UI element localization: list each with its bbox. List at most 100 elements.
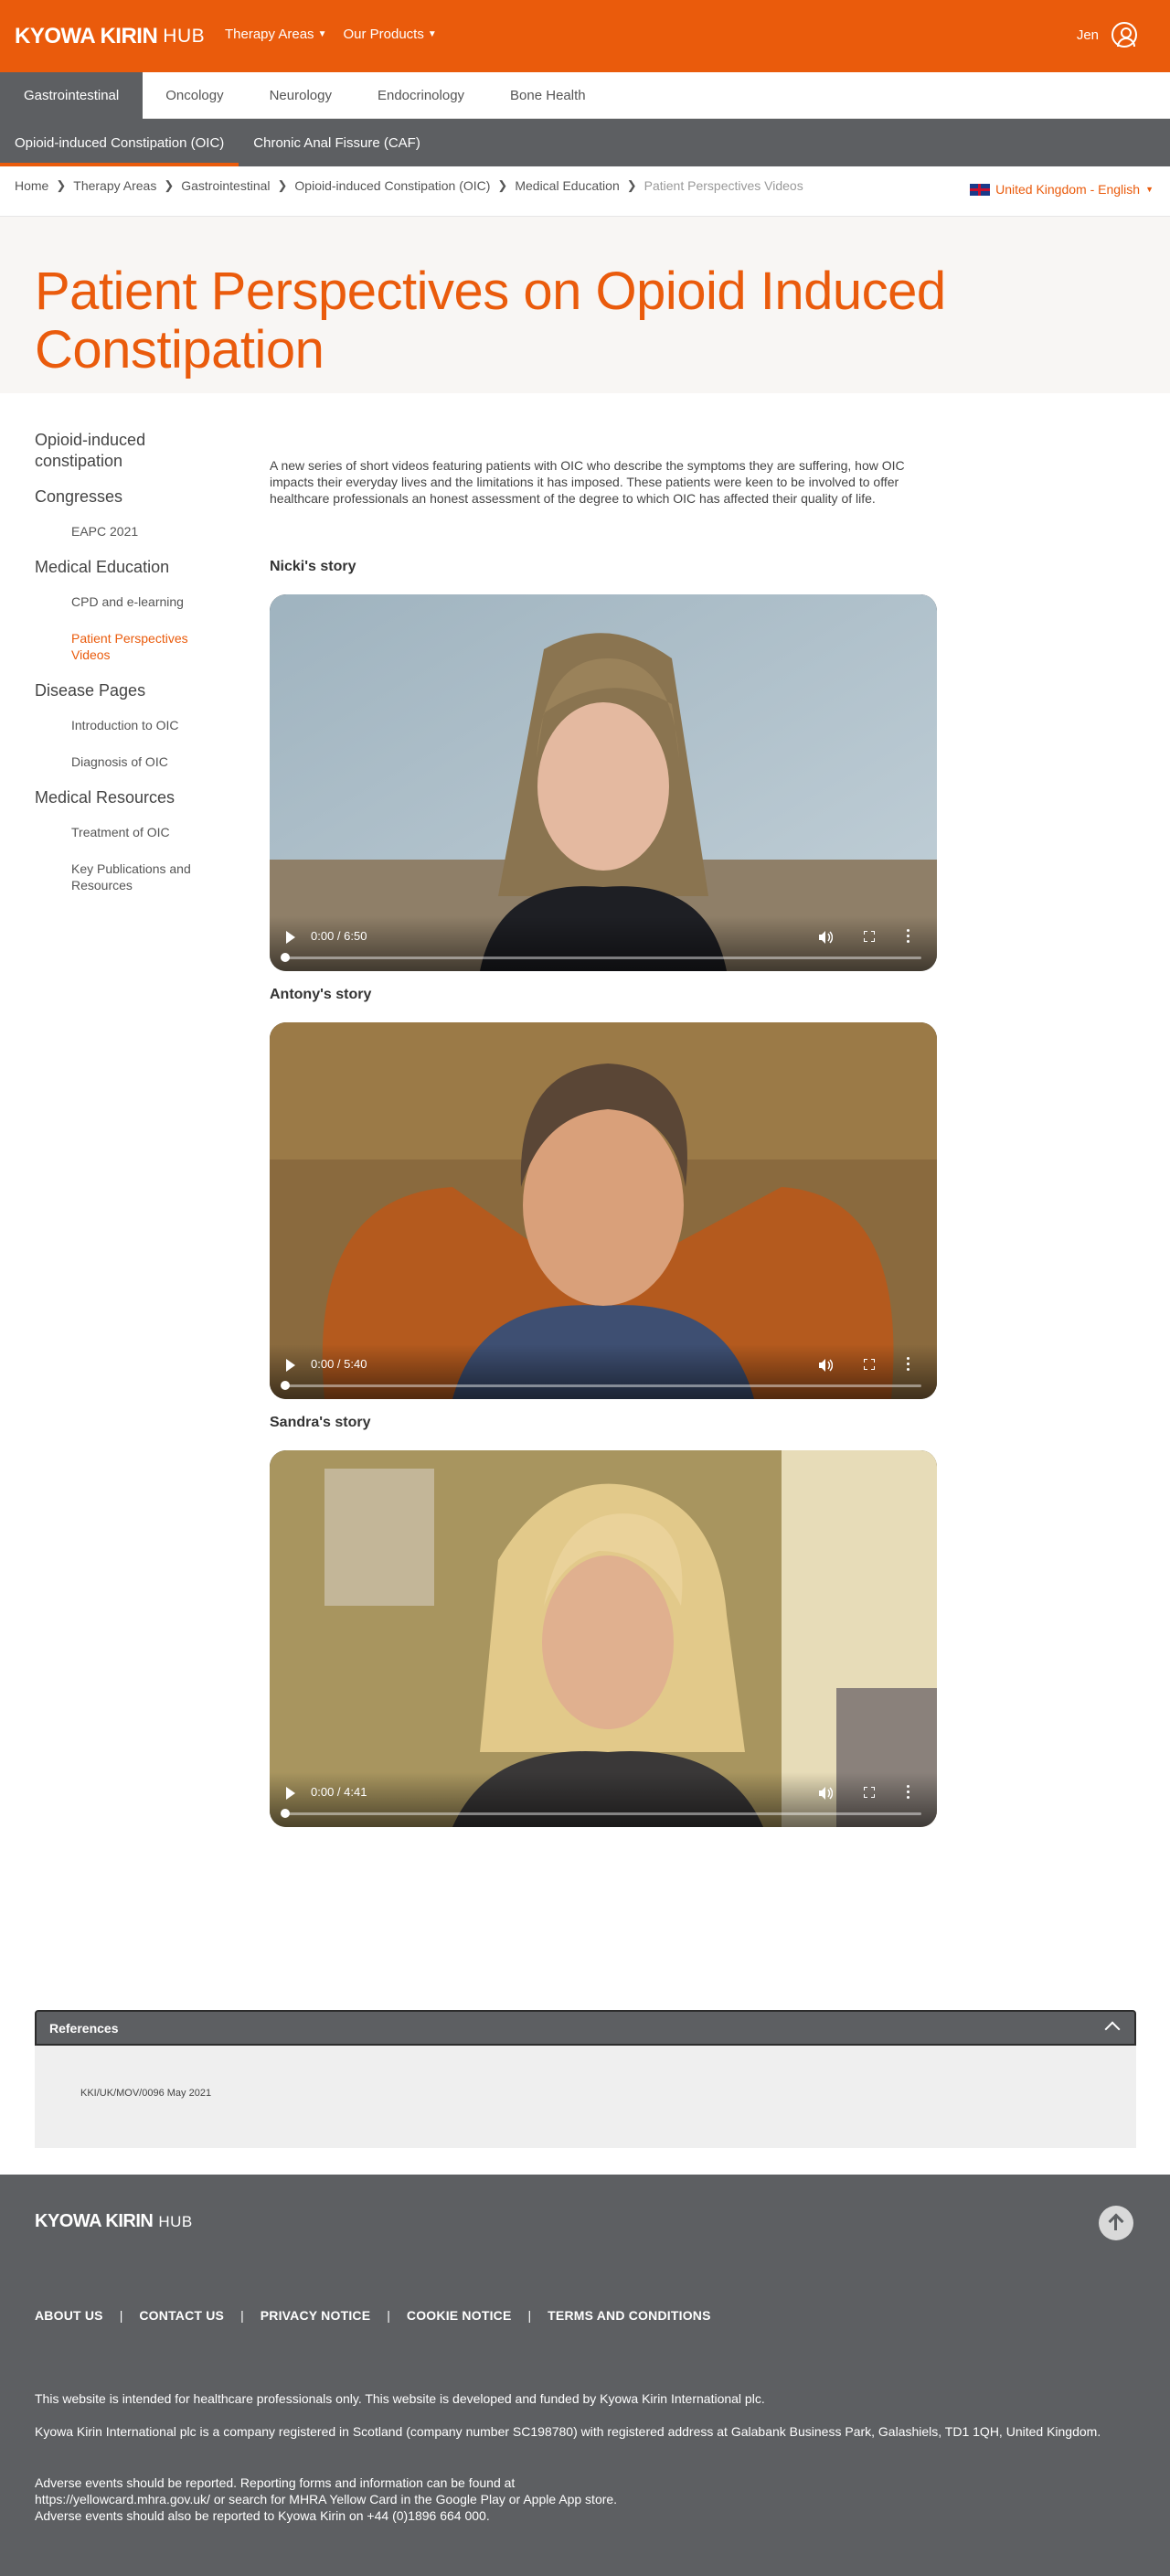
chevron-right-icon: ❯ [497,178,508,192]
progress-thumb[interactable] [281,953,290,962]
chevron-up-icon [1104,2021,1121,2037]
tab-caf[interactable]: Chronic Anal Fissure (CAF) [239,119,435,166]
sidebar-item-diagnosis-oic[interactable]: Diagnosis of OIC [71,754,227,770]
therapy-area-tabs: Gastrointestinal Oncology Neurology Endo… [0,72,1170,119]
references-toggle[interactable]: References [35,2010,1136,2046]
volume-icon[interactable] [818,1358,833,1373]
fullscreen-icon[interactable] [864,1359,875,1370]
top-bar: KYOWA KIRIN HUB Therapy Areas ▼ Our Prod… [0,0,1170,72]
footer-adverse-events-2: https://yellowcard.mhra.gov.uk/ or searc… [35,2492,618,2507]
video-progress-bar[interactable] [281,953,921,962]
footer: KYOWA KIRIN HUB ABOUT US | CONTACT US | … [0,2175,1170,2576]
footer-link-terms[interactable]: TERMS AND CONDITIONS [548,2308,710,2323]
footer-links: ABOUT US | CONTACT US | PRIVACY NOTICE |… [35,2308,711,2323]
chevron-right-icon: ❯ [56,178,67,192]
sidebar-item-disease-pages[interactable]: Disease Pages [35,680,227,701]
chevron-right-icon: ❯ [164,178,175,192]
footer-adverse-events-3: Adverse events should also be reported t… [35,2508,490,2523]
divider: | [387,2308,390,2323]
divider: | [527,2308,532,2323]
more-options-icon[interactable] [907,929,910,944]
footer-link-privacy[interactable]: PRIVACY NOTICE [261,2308,371,2323]
therapy-areas-menu[interactable]: Therapy Areas ▼ [225,27,326,42]
sidebar-item-intro-oic[interactable]: Introduction to OIC [71,717,227,733]
play-icon[interactable] [286,1359,295,1372]
tab-oic[interactable]: Opioid-induced Constipation (OIC) [0,119,239,166]
page-title: Patient Perspectives on Opioid Induced C… [35,262,946,379]
progress-thumb[interactable] [281,1381,290,1390]
video-player-sandra[interactable]: 0:00 / 4:41 [270,1450,937,1827]
sidebar-item-key-publications[interactable]: Key Publications and Resources [71,860,218,893]
video-time: 0:00 / 6:50 [311,929,367,943]
sidebar-item-cpd[interactable]: CPD and e-learning [71,593,227,610]
fullscreen-icon[interactable] [864,931,875,942]
locale-selector[interactable]: United Kingdom - English ▼ [970,182,1154,197]
footer-link-about[interactable]: ABOUT US [35,2308,103,2323]
kyowa-kirin-hub-logo[interactable]: KYOWA KIRIN HUB [15,24,205,49]
volume-icon[interactable] [818,930,833,945]
more-options-icon[interactable] [907,1357,910,1372]
play-icon[interactable] [286,1787,295,1800]
story-title-sandra: Sandra's story [270,1415,371,1430]
play-icon[interactable] [286,931,295,944]
sidebar-item-treatment-oic[interactable]: Treatment of OIC [71,824,227,840]
sidebar-item-medical-resources[interactable]: Medical Resources [35,787,227,808]
sidebar-item-patient-videos[interactable]: Patient Perspectives Videos [71,630,208,663]
volume-icon[interactable] [818,1786,833,1801]
video-controls: 0:00 / 5:40 [270,1344,937,1399]
video-player-antony[interactable]: 0:00 / 5:40 [270,1022,937,1399]
chevron-right-icon: ❯ [626,178,637,192]
sidebar-nav: Opioid-induced constipation Congresses E… [35,430,227,893]
breadcrumb-therapy-areas[interactable]: Therapy Areas [73,178,156,193]
footer-disclaimer: This website is intended for healthcare … [35,2391,765,2406]
references-title: References [49,2021,119,2036]
progress-thumb[interactable] [281,1809,290,1818]
video-frame-antony [270,1022,937,1399]
our-products-menu[interactable]: Our Products ▼ [343,27,436,42]
intro-paragraph: A new series of short videos featuring p… [270,458,905,506]
video-player-nicki[interactable]: 0:00 / 6:50 [270,594,937,971]
our-products-label: Our Products [343,27,424,42]
user-menu[interactable]: Jen [1077,22,1137,48]
therapy-areas-label: Therapy Areas [225,27,314,42]
tab-neurology[interactable]: Neurology [247,72,355,119]
more-options-icon[interactable] [907,1785,910,1800]
video-progress-bar[interactable] [281,1809,921,1818]
tab-bone-health[interactable]: Bone Health [487,72,609,119]
video-frame-nicki [270,594,937,971]
condition-tabs: Opioid-induced Constipation (OIC) Chroni… [0,119,1170,166]
user-account-icon[interactable] [1112,22,1137,48]
footer-link-cookie[interactable]: COOKIE NOTICE [407,2308,512,2323]
sidebar-item-oic[interactable]: Opioid-induced constipation [35,430,181,472]
breadcrumb-medical-education[interactable]: Medical Education [515,178,619,193]
video-frame-sandra [270,1450,937,1827]
caret-down-icon: ▼ [427,29,437,39]
breadcrumb-current: Patient Perspectives Videos [644,178,803,193]
chevron-right-icon: ❯ [277,178,288,192]
video-controls: 0:00 / 6:50 [270,916,937,971]
divider: | [119,2308,123,2323]
breadcrumb-gastrointestinal[interactable]: Gastrointestinal [181,178,270,193]
divider: | [240,2308,244,2323]
caret-down-icon: ▼ [1145,185,1154,194]
page-hero: Patient Perspectives on Opioid Induced C… [0,217,1170,393]
footer-logo[interactable]: KYOWA KIRIN HUB [35,2211,193,2232]
breadcrumb-oic[interactable]: Opioid-induced Constipation (OIC) [294,178,490,193]
video-controls: 0:00 / 4:41 [270,1772,937,1827]
logo-brand: KYOWA KIRIN [15,24,158,48]
sidebar-item-congresses[interactable]: Congresses [35,486,227,508]
tab-endocrinology[interactable]: Endocrinology [355,72,487,119]
video-time: 0:00 / 4:41 [311,1785,367,1799]
tab-oncology[interactable]: Oncology [143,72,246,119]
logo-hub: HUB [158,2212,193,2230]
reference-code: KKI/UK/MOV/0096 May 2021 [80,2088,212,2099]
tab-gastrointestinal[interactable]: Gastrointestinal [0,72,144,119]
logo-brand: KYOWA KIRIN [35,2211,154,2231]
breadcrumb-home[interactable]: Home [15,178,48,193]
footer-link-contact[interactable]: CONTACT US [139,2308,224,2323]
sidebar-item-medical-education[interactable]: Medical Education [35,557,227,578]
sidebar-item-eapc-2021[interactable]: EAPC 2021 [71,523,227,540]
back-to-top-icon[interactable] [1099,2206,1133,2240]
video-progress-bar[interactable] [281,1381,921,1390]
fullscreen-icon[interactable] [864,1787,875,1798]
